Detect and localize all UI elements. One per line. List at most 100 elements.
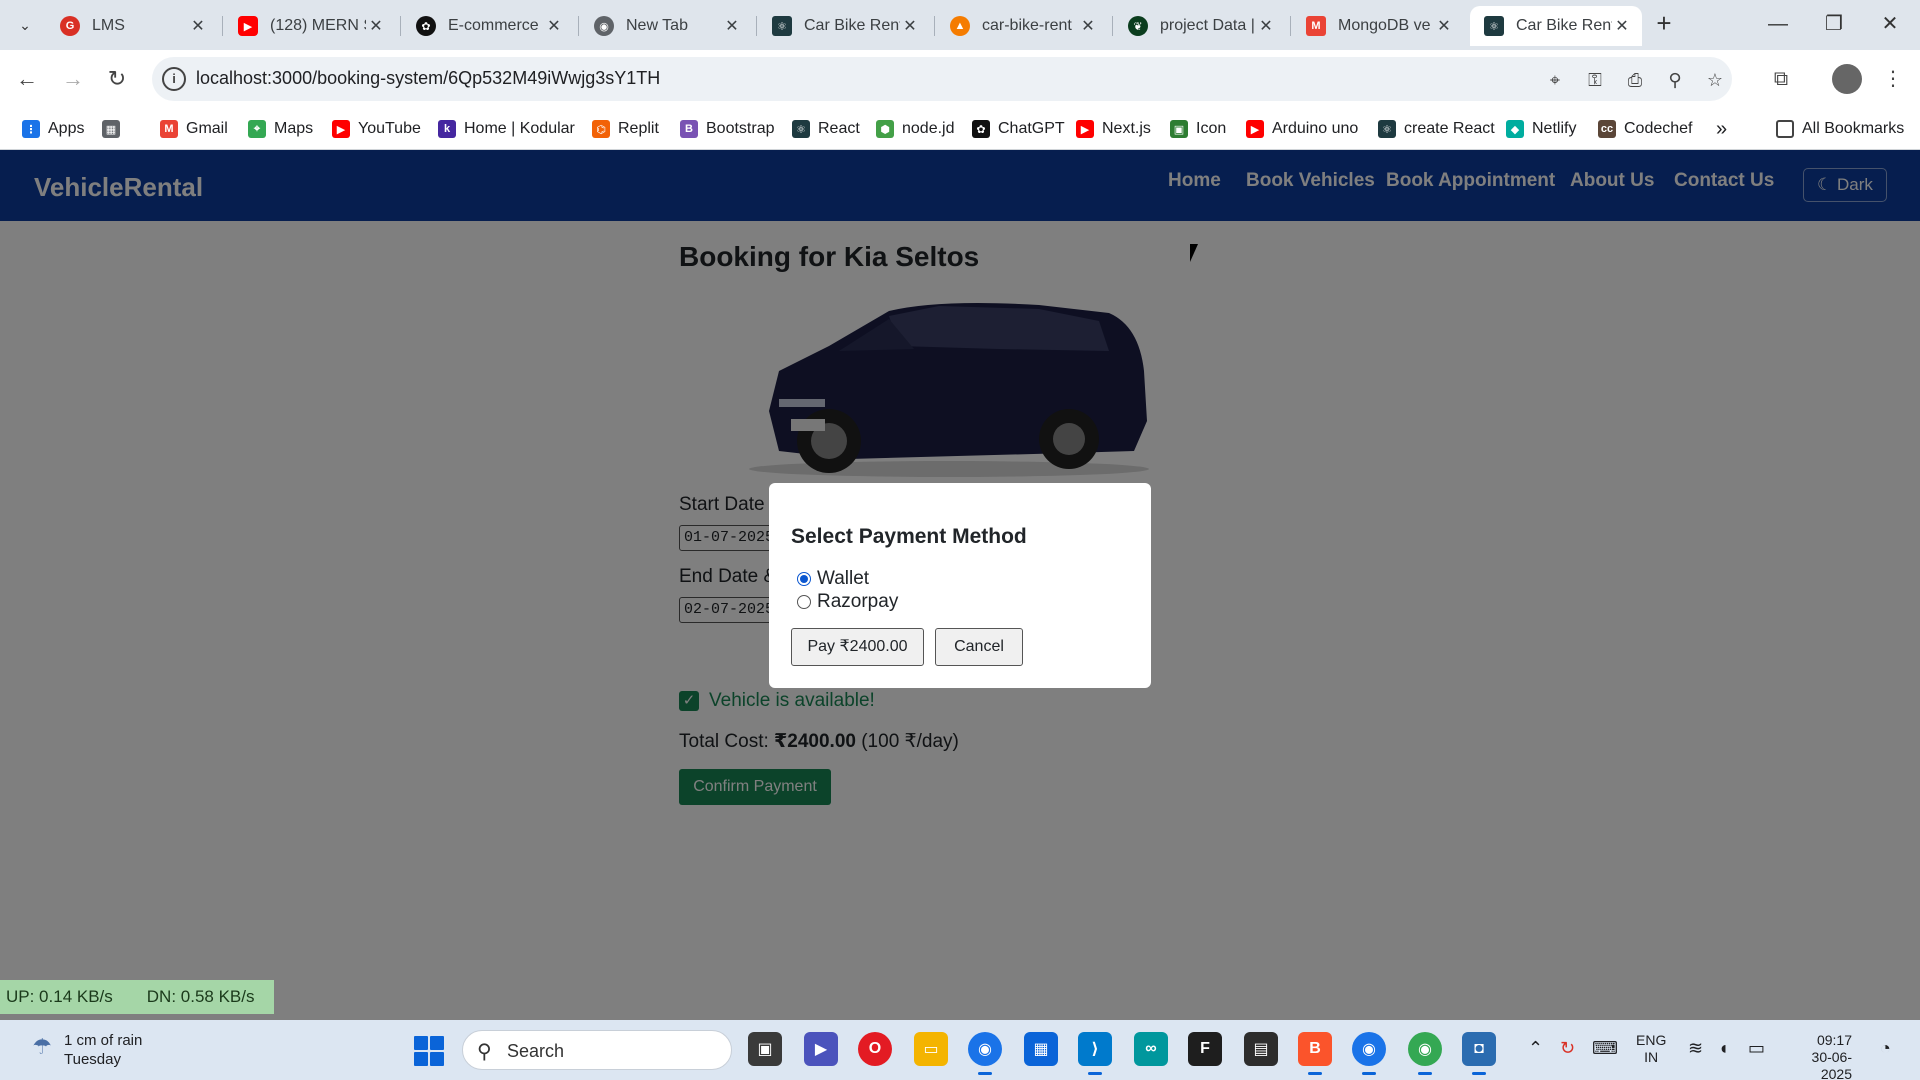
- bookmark-react[interactable]: ⚛ React: [792, 116, 860, 142]
- close-tab-icon[interactable]: ✕: [366, 16, 386, 36]
- tab-search-icon[interactable]: ⌄: [12, 12, 38, 38]
- back-icon[interactable]: ←: [10, 62, 44, 96]
- language-indicator[interactable]: ENG IN: [1636, 1032, 1666, 1066]
- bookmark-youtube[interactable]: ▶ YouTube: [332, 116, 421, 142]
- react-icon: ⚛: [772, 16, 792, 36]
- windows-start-icon[interactable]: [414, 1036, 444, 1066]
- chrome-taskbar-icon[interactable]: ◉: [968, 1032, 1002, 1075]
- site-info-icon[interactable]: i: [162, 67, 186, 91]
- bookmark-netlify[interactable]: ◆ Netlify: [1506, 116, 1576, 142]
- bookmark-nextjs[interactable]: ▶ Next.js: [1076, 116, 1151, 142]
- tab-project-data[interactable]: ❦ project Data | ✕: [1114, 6, 1286, 46]
- close-tab-icon[interactable]: ✕: [722, 16, 742, 36]
- icon-site-icon: ▣: [1170, 120, 1188, 138]
- close-tab-icon[interactable]: ✕: [544, 16, 564, 36]
- new-tab-icon[interactable]: +: [1650, 10, 1678, 38]
- network-monitor: UP: 0.14 KB/s DN: 0.58 KB/s: [0, 980, 274, 1014]
- bookmark-apps[interactable]: ⋮ Apps: [22, 116, 84, 142]
- bookmark-arduino[interactable]: ▶ Arduino uno: [1246, 116, 1358, 142]
- tab-mongodb[interactable]: M MongoDB ve ✕: [1292, 6, 1464, 46]
- close-tab-icon[interactable]: ✕: [1256, 16, 1276, 36]
- brave-icon[interactable]: B: [1298, 1032, 1332, 1075]
- task-view-icon[interactable]: ▣: [748, 1032, 782, 1066]
- avatar[interactable]: [1832, 64, 1862, 94]
- bookmark-bootstrap[interactable]: B Bootstrap: [680, 116, 774, 142]
- close-tab-icon[interactable]: ✕: [1078, 16, 1098, 36]
- all-bookmarks-button[interactable]: All Bookmarks: [1776, 116, 1904, 142]
- wifi-icon[interactable]: ≋: [1688, 1038, 1703, 1059]
- chrome-dev-icon[interactable]: ◉: [1408, 1032, 1442, 1075]
- codechef-icon: cc: [1598, 120, 1616, 138]
- bookmark-codechef[interactable]: cc Codechef: [1598, 116, 1693, 142]
- keyboard-icon[interactable]: ⌨: [1592, 1038, 1618, 1059]
- tab-youtube[interactable]: ▶ (128) MERN S ✕: [224, 6, 396, 46]
- chevron-up-icon[interactable]: ⌃: [1528, 1038, 1543, 1059]
- bookmark-kodular[interactable]: k Home | Kodular: [438, 116, 575, 142]
- arduino-icon[interactable]: ∞: [1134, 1032, 1168, 1066]
- payment-option-razorpay[interactable]: Razorpay: [797, 591, 898, 613]
- opera-icon[interactable]: O: [858, 1032, 892, 1066]
- tab-title: car-bike-rent: [982, 17, 1072, 34]
- battery-icon[interactable]: ▭: [1748, 1038, 1765, 1059]
- close-tab-icon[interactable]: ✕: [900, 16, 920, 36]
- maps-icon: ⌖: [248, 120, 266, 138]
- forward-icon[interactable]: →: [56, 62, 90, 96]
- zoom-icon[interactable]: ⚲: [1662, 67, 1688, 93]
- crossword-app-icon[interactable]: ▤: [1244, 1032, 1278, 1066]
- bookmark-gmail[interactable]: M Gmail: [160, 116, 228, 142]
- bookmark-star-icon[interactable]: ☆: [1702, 67, 1728, 93]
- tab-lms[interactable]: G LMS ✕: [46, 6, 218, 46]
- clock[interactable]: 09:17 30-06-2025: [1786, 1032, 1852, 1080]
- notifications-icon[interactable]: ◔: [1880, 1038, 1891, 1059]
- netlify-icon: ◆: [1506, 120, 1524, 138]
- reload-icon[interactable]: ↻: [100, 62, 134, 96]
- minimize-icon[interactable]: —: [1758, 8, 1798, 40]
- pay-button[interactable]: Pay ₹2400.00: [791, 628, 924, 666]
- weather-rain-icon[interactable]: ☂: [26, 1034, 58, 1064]
- extensions-icon[interactable]: ⧉: [1764, 62, 1798, 96]
- vscode-icon[interactable]: ⟩: [1078, 1032, 1112, 1075]
- bookmark-replit[interactable]: ⌬ Replit: [592, 116, 659, 142]
- address-bar[interactable]: i localhost:3000/booking-system/6Qp532M4…: [152, 57, 1732, 101]
- install-app-icon[interactable]: ⎙: [1622, 67, 1648, 93]
- close-tab-icon[interactable]: ✕: [1434, 16, 1454, 36]
- tab-groups-icon: ▦: [102, 120, 120, 138]
- tab-title: project Data |: [1160, 17, 1255, 34]
- close-tab-icon[interactable]: ✕: [188, 16, 208, 36]
- file-explorer-icon[interactable]: ▭: [914, 1032, 948, 1066]
- tab-car-bike-rent[interactable]: ⚛ Car Bike Rent ✕: [758, 6, 930, 46]
- bookmark-chatgpt[interactable]: ✿ ChatGPT: [972, 116, 1065, 142]
- weather-text[interactable]: 1 cm of rain: [64, 1032, 142, 1049]
- tab-title: LMS: [92, 17, 125, 34]
- volume-icon[interactable]: ◖: [1718, 1038, 1729, 1059]
- lms-icon: G: [60, 16, 80, 36]
- tab-firebase[interactable]: ▲ car-bike-rent ✕: [936, 6, 1108, 46]
- taskbar-search[interactable]: ⚲ Search: [462, 1030, 732, 1070]
- cancel-button[interactable]: Cancel: [935, 628, 1023, 666]
- tab-new-tab[interactable]: ◉ New Tab ✕: [580, 6, 752, 46]
- bookmark-tab-groups[interactable]: ▦: [102, 116, 128, 142]
- radio-wallet[interactable]: [797, 572, 811, 586]
- bookmark-icon[interactable]: ▣ Icon: [1170, 116, 1226, 142]
- bookmark-maps[interactable]: ⌖ Maps: [248, 116, 313, 142]
- location-icon[interactable]: ⌖: [1542, 67, 1568, 93]
- bookmark-create-react[interactable]: ⚛ create React: [1378, 116, 1495, 142]
- close-window-icon[interactable]: ✕: [1870, 8, 1910, 40]
- radio-razorpay[interactable]: [797, 595, 811, 609]
- restore-icon[interactable]: ❐: [1814, 8, 1854, 40]
- menu-kebab-icon[interactable]: ⋮: [1876, 62, 1910, 96]
- figma-icon[interactable]: F: [1188, 1032, 1222, 1066]
- payment-option-wallet[interactable]: Wallet: [797, 568, 869, 590]
- store-icon[interactable]: ▦: [1024, 1032, 1058, 1066]
- more-bookmarks-chevron-icon[interactable]: »: [1716, 116, 1727, 142]
- bookmark-nodejs[interactable]: ⬢ node.jd: [876, 116, 955, 142]
- recorder-icon[interactable]: ◘: [1462, 1032, 1496, 1075]
- tab-car-bike-rent-active[interactable]: ⚛ Car Bike Rent ✕: [1470, 6, 1642, 46]
- weather-day[interactable]: Tuesday: [64, 1051, 121, 1068]
- close-tab-icon[interactable]: ✕: [1612, 16, 1632, 36]
- tab-ecommerce[interactable]: ✿ E-commerce ✕: [402, 6, 574, 46]
- meet-icon[interactable]: ▶: [804, 1032, 838, 1066]
- chrome-profile-icon[interactable]: ◉: [1352, 1032, 1386, 1075]
- sync-icon[interactable]: ↻: [1560, 1038, 1575, 1059]
- password-key-icon[interactable]: ⚿: [1582, 67, 1608, 93]
